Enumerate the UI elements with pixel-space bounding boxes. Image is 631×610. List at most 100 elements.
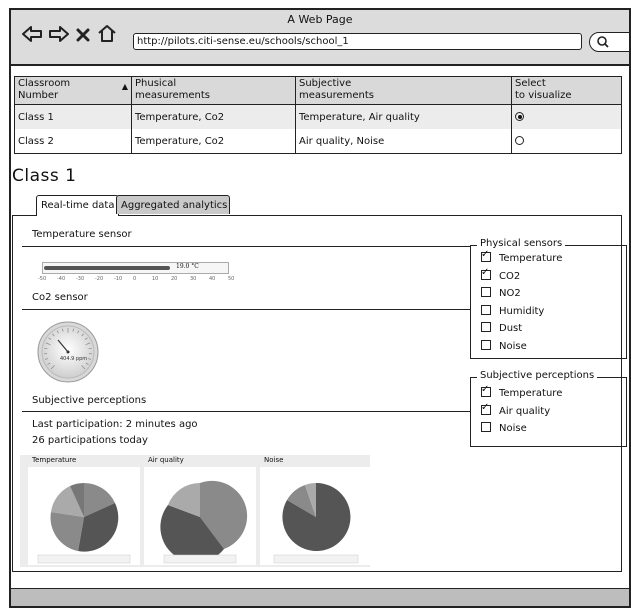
physical-sensor-option[interactable]: Dust (481, 322, 522, 334)
subjective-perception-checkbox[interactable] (481, 384, 491, 397)
visualize-radio[interactable] (515, 136, 524, 145)
search-box[interactable] (589, 32, 629, 52)
co2-dial-gauge (37, 321, 99, 383)
subjective-perception-option[interactable]: Air quality (481, 402, 551, 417)
physical-sensor-option[interactable]: Humidity (481, 304, 545, 317)
subjective-perception-option-label: Temperature (499, 388, 563, 399)
scale-tick-label: 20 (171, 276, 178, 282)
pie-legend (163, 554, 237, 564)
subjective-perception-checkbox[interactable] (481, 402, 491, 415)
physical-sensor-checkbox[interactable] (481, 340, 491, 350)
scale-tick-label: -40 (57, 276, 66, 282)
divider (22, 309, 470, 310)
col-header-subjective: Subjective measurements (295, 76, 512, 105)
table-row[interactable]: Class 1 Temperature, Co2 Temperature, Ai… (14, 104, 622, 129)
scale-tick-label: 30 (190, 276, 197, 282)
classroom-table: ▲ Classroom Number Phusical measurements… (14, 76, 622, 154)
temperature-sensor-label: Temperature sensor (32, 229, 132, 240)
cell-physical: Temperature, Co2 (131, 104, 296, 129)
page-title: Class 1 (12, 166, 77, 186)
physical-sensor-option-label: Humidity (499, 305, 545, 317)
search-icon (597, 36, 609, 48)
col-header-select: Select to visualize (511, 76, 622, 105)
physical-sensor-checkbox[interactable] (481, 249, 491, 262)
tab-aggregated-analytics[interactable]: Aggregated analytics (116, 195, 230, 214)
subjective-perception-option[interactable]: Temperature (481, 384, 563, 399)
co2-value: 404.9 ppm (60, 356, 88, 362)
last-participation-text: Last participation: 2 minutes ago (32, 419, 198, 430)
cell-select (511, 129, 622, 154)
physical-sensor-option-label: CO2 (499, 270, 521, 282)
cell-classroom: Class 2 (14, 129, 132, 154)
divider (22, 411, 470, 412)
col-header-physical: Phusical measurements (131, 76, 296, 105)
home-icon[interactable] (97, 24, 117, 43)
temperature-fill (44, 266, 170, 270)
physical-sensor-option[interactable]: Temperature (481, 249, 563, 264)
co2-sensor-label: Co2 sensor (32, 292, 88, 303)
subjective-perceptions-label: Subjective perceptions (32, 395, 147, 406)
cell-classroom: Class 1 (14, 104, 132, 129)
scale-tick-label: 50 (228, 276, 235, 282)
pie-chart-noise (273, 482, 359, 564)
scale-tick-label: -30 (76, 276, 85, 282)
pie-title-air-quality: Air quality (148, 456, 184, 464)
scale-tick-label: 10 (152, 276, 159, 282)
pie-chart-air-quality (160, 480, 248, 564)
subjective-perceptions-legend: Subjective perceptions (477, 370, 598, 381)
physical-sensor-checkbox[interactable] (481, 267, 491, 280)
physical-sensor-option[interactable]: CO2 (481, 267, 521, 282)
physical-sensor-option[interactable]: Noise (481, 340, 527, 352)
physical-sensor-option-label: Temperature (499, 253, 563, 264)
pie-legend (37, 554, 131, 564)
physical-sensors-group: Physical sensors Temperature CO2 NO2 Humidi… (470, 238, 627, 359)
pie-charts-panel: Temperature Air quality Noise (20, 455, 372, 567)
participations-today-text: 26 participations today (32, 435, 148, 446)
physical-sensor-option[interactable]: NO2 (481, 287, 521, 299)
cell-select (511, 104, 622, 129)
pie-title-temperature: Temperature (32, 456, 77, 464)
subjective-perception-option-label: Noise (499, 423, 527, 435)
cell-subjective: Air quality, Noise (295, 129, 512, 154)
tab-realtime-data[interactable]: Real-time data (36, 195, 120, 216)
subjective-perceptions-group: Subjective perceptions Temperature Air qu… (470, 370, 627, 447)
visualize-radio[interactable] (515, 112, 524, 121)
forward-icon[interactable] (48, 26, 70, 42)
table-row[interactable]: Class 2 Temperature, Co2 Air quality, No… (14, 129, 622, 154)
url-input[interactable]: http://pilots.citi-sense.eu/schools/scho… (133, 33, 582, 50)
scale-tick-label: -50 (38, 276, 47, 282)
divider (22, 246, 470, 247)
stop-icon[interactable] (75, 27, 91, 43)
physical-sensor-checkbox[interactable] (481, 287, 491, 298)
temperature-scale: -50 -40 -30 -20 -10 0 10 20 30 40 50 (38, 276, 234, 284)
temperature-value: 19.0 °C (176, 263, 199, 270)
physical-sensor-checkbox[interactable] (481, 304, 491, 315)
pie-chart-temperature (37, 482, 131, 564)
sort-asc-icon[interactable]: ▲ (122, 81, 128, 93)
table-header-row: ▲ Classroom Number Phusical measurements… (14, 76, 622, 105)
back-icon[interactable] (21, 26, 43, 42)
scale-tick-label: 40 (209, 276, 216, 282)
physical-sensor-option-label: Dust (499, 323, 523, 335)
temperature-gauge: 19.0 °C (42, 262, 229, 274)
scale-tick-label: -20 (95, 276, 104, 282)
physical-sensors-legend: Physical sensors (477, 238, 566, 249)
physical-sensor-option-label: NO2 (499, 288, 521, 300)
physical-sensor-checkbox[interactable] (481, 322, 491, 333)
browser-titlebar: A Web Page http://pilots.citi-sense.eu/s… (11, 10, 629, 66)
scale-tick-label: -10 (114, 276, 123, 282)
pie-slice (50, 512, 84, 551)
subjective-perception-checkbox[interactable] (481, 422, 491, 433)
subjective-perception-option-label: Air quality (499, 405, 551, 417)
subjective-perception-option[interactable]: Noise (481, 422, 527, 434)
physical-sensor-option-label: Noise (499, 341, 527, 352)
col-header-classroom[interactable]: ▲ Classroom Number (14, 76, 132, 105)
pie-card-air-quality (144, 467, 256, 565)
pie-card-temperature (28, 467, 140, 565)
cell-physical: Temperature, Co2 (131, 129, 296, 154)
pie-legend (273, 554, 359, 564)
status-bar (11, 588, 629, 606)
pie-title-noise: Noise (264, 456, 284, 464)
scale-tick-label: 0 (133, 276, 137, 282)
pie-card-noise (260, 467, 372, 565)
